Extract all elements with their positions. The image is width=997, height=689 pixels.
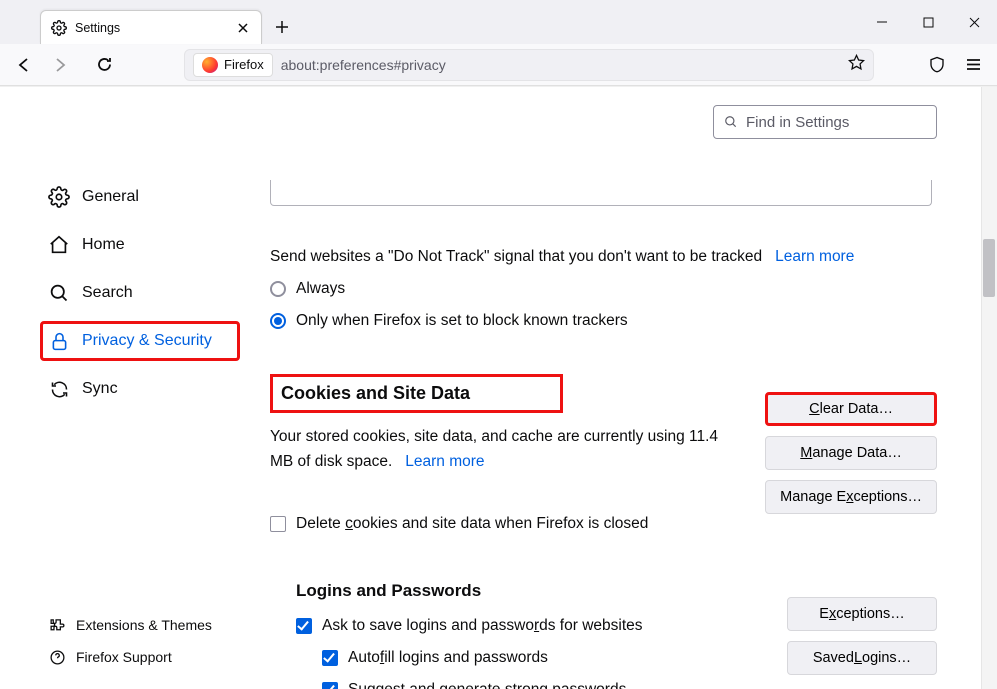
- sidebar-item-search[interactable]: Search: [40, 273, 240, 313]
- checkbox-label: Delete cookies and site data when Firefo…: [296, 515, 648, 533]
- sidebar-label: Extensions & Themes: [76, 617, 212, 633]
- sidebar-item-privacy[interactable]: Privacy & Security: [40, 321, 240, 361]
- puzzle-icon: [48, 616, 66, 634]
- checkbox-icon: [322, 682, 338, 689]
- home-icon: [48, 234, 70, 256]
- dnt-option-blocking[interactable]: Only when Firefox is set to block known …: [270, 312, 932, 330]
- back-button[interactable]: [8, 49, 40, 81]
- sidebar-item-support[interactable]: Firefox Support: [40, 643, 220, 671]
- titlebar: Settings: [0, 0, 997, 44]
- search-placeholder: Find in Settings: [746, 114, 849, 131]
- checkbox-label: Autofill logins and passwords: [348, 649, 548, 667]
- sidebar-label: Sync: [82, 380, 118, 398]
- radio-icon: [270, 313, 286, 329]
- sidebar-label: General: [82, 188, 139, 206]
- scroll-thumb[interactable]: [983, 239, 995, 297]
- content: General Home Search Privacy & Security S…: [0, 86, 997, 689]
- app-menu-icon[interactable]: [957, 49, 989, 81]
- cookies-description: Your stored cookies, site data, and cach…: [270, 425, 740, 475]
- checkbox-label: Ask to save logins and passwords for web…: [322, 617, 643, 635]
- checkbox-label: Suggest and generate strong passwords: [348, 681, 626, 689]
- cookies-buttons: Clear Data… Manage Data… Manage Exceptio…: [765, 392, 937, 514]
- checkbox-icon: [296, 618, 312, 634]
- forward-button[interactable]: [44, 49, 76, 81]
- sidebar-item-sync[interactable]: Sync: [40, 369, 240, 409]
- checkbox-icon: [270, 516, 286, 532]
- browser-tab[interactable]: Settings: [40, 10, 262, 44]
- sidebar: General Home Search Privacy & Security S…: [0, 87, 240, 689]
- firefox-icon: [202, 57, 218, 73]
- sidebar-label: Firefox Support: [76, 649, 172, 665]
- tab-title: Settings: [75, 21, 227, 35]
- identity-label: Firefox: [224, 57, 264, 72]
- window-controls: [859, 0, 997, 44]
- dnt-option-always[interactable]: Always: [270, 280, 932, 298]
- lock-icon: [48, 330, 70, 352]
- close-window-button[interactable]: [951, 0, 997, 44]
- sidebar-footer: Extensions & Themes Firefox Support: [40, 611, 220, 675]
- clear-data-button[interactable]: Clear Data…: [765, 392, 937, 426]
- sidebar-label: Privacy & Security: [82, 332, 212, 350]
- delete-cookies-checkbox-row[interactable]: Delete cookies and site data when Firefo…: [270, 515, 947, 533]
- cookies-learn-more-link[interactable]: Learn more: [405, 453, 484, 470]
- suggest-passwords-row[interactable]: Suggest and generate strong passwords: [322, 681, 947, 689]
- sidebar-item-extensions[interactable]: Extensions & Themes: [40, 611, 220, 639]
- cookies-title: Cookies and Site Data: [281, 383, 470, 404]
- logins-buttons: Exceptions… Saved Logins…: [787, 597, 937, 675]
- truncated-section: [270, 180, 932, 206]
- gear-icon: [48, 186, 70, 208]
- manage-exceptions-button[interactable]: Manage Exceptions…: [765, 480, 937, 514]
- toolbar: Firefox about:preferences#privacy: [0, 44, 997, 86]
- sidebar-label: Search: [82, 284, 133, 302]
- saved-logins-button[interactable]: Saved Logins…: [787, 641, 937, 675]
- logins-exceptions-button[interactable]: Exceptions…: [787, 597, 937, 631]
- settings-search[interactable]: Find in Settings: [713, 105, 937, 139]
- sidebar-item-general[interactable]: General: [40, 177, 240, 217]
- sidebar-item-home[interactable]: Home: [40, 225, 240, 265]
- radio-icon: [270, 281, 286, 297]
- search-icon: [48, 282, 70, 304]
- maximize-button[interactable]: [905, 0, 951, 44]
- new-tab-button[interactable]: [268, 13, 296, 41]
- sidebar-label: Home: [82, 236, 125, 254]
- gear-icon: [51, 20, 67, 36]
- close-tab-icon[interactable]: [235, 20, 251, 36]
- reload-button[interactable]: [88, 49, 120, 81]
- url-bar[interactable]: Firefox about:preferences#privacy: [184, 49, 874, 81]
- dnt-description: Send websites a "Do Not Track" signal th…: [270, 248, 932, 266]
- cookies-section-title-highlight: Cookies and Site Data: [270, 374, 563, 413]
- main-panel: Find in Settings Send websites a "Do Not…: [240, 87, 997, 689]
- search-icon: [724, 115, 738, 129]
- dnt-learn-more-link[interactable]: Learn more: [775, 248, 854, 265]
- scrollbar[interactable]: [981, 87, 997, 689]
- radio-label: Only when Firefox is set to block known …: [296, 312, 628, 330]
- checkbox-icon: [322, 650, 338, 666]
- minimize-button[interactable]: [859, 0, 905, 44]
- site-identity[interactable]: Firefox: [193, 53, 273, 77]
- pocket-icon[interactable]: [921, 49, 953, 81]
- bookmark-star-icon[interactable]: [848, 54, 865, 75]
- url-text: about:preferences#privacy: [281, 57, 840, 73]
- sync-icon: [48, 378, 70, 400]
- manage-data-button[interactable]: Manage Data…: [765, 436, 937, 470]
- radio-label: Always: [296, 280, 345, 298]
- help-icon: [48, 648, 66, 666]
